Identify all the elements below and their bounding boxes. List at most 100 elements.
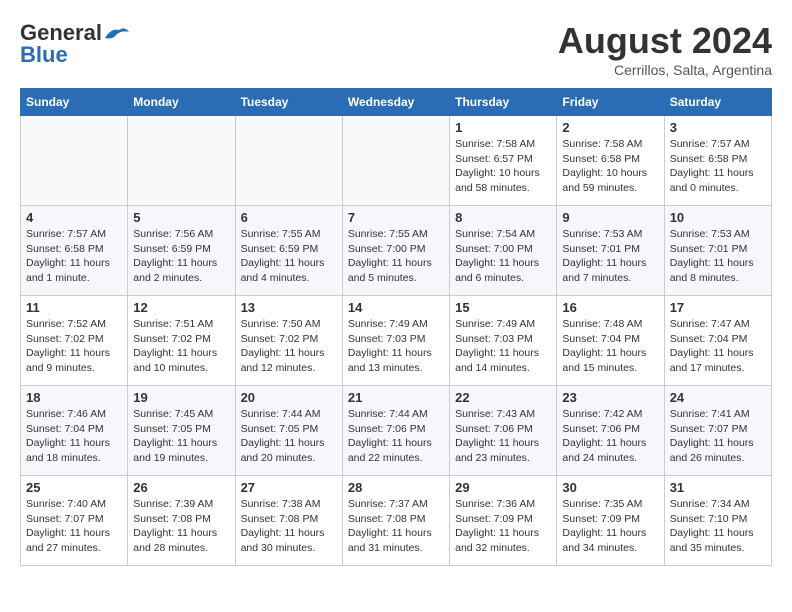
day-number: 30 [562, 480, 658, 495]
logo-blue-text: Blue [20, 42, 68, 67]
day-number: 18 [26, 390, 122, 405]
calendar-cell: 22 Sunrise: 7:43 AMSunset: 7:06 PMDayligh… [450, 386, 557, 476]
day-number: 7 [348, 210, 444, 225]
day-number: 19 [133, 390, 229, 405]
logo: General Blue [20, 20, 132, 68]
calendar-cell: 16 Sunrise: 7:48 AMSunset: 7:04 PMDayligh… [557, 296, 664, 386]
day-info: Sunrise: 7:58 AMSunset: 6:58 PMDaylight:… [562, 137, 658, 196]
day-info: Sunrise: 7:54 AMSunset: 7:00 PMDaylight:… [455, 227, 551, 286]
day-number: 13 [241, 300, 337, 315]
day-info: Sunrise: 7:56 AMSunset: 6:59 PMDaylight:… [133, 227, 229, 286]
day-info: Sunrise: 7:55 AMSunset: 6:59 PMDaylight:… [241, 227, 337, 286]
day-number: 4 [26, 210, 122, 225]
day-number: 17 [670, 300, 766, 315]
month-title: August 2024 [558, 20, 772, 62]
day-info: Sunrise: 7:49 AMSunset: 7:03 PMDaylight:… [348, 317, 444, 376]
day-number: 11 [26, 300, 122, 315]
day-of-week-header: Wednesday [342, 89, 449, 116]
day-number: 16 [562, 300, 658, 315]
day-info: Sunrise: 7:46 AMSunset: 7:04 PMDaylight:… [26, 407, 122, 466]
day-number: 15 [455, 300, 551, 315]
day-info: Sunrise: 7:39 AMSunset: 7:08 PMDaylight:… [133, 497, 229, 556]
day-number: 1 [455, 120, 551, 135]
calendar-cell: 14 Sunrise: 7:49 AMSunset: 7:03 PMDayligh… [342, 296, 449, 386]
day-number: 14 [348, 300, 444, 315]
subtitle: Cerrillos, Salta, Argentina [558, 62, 772, 78]
day-number: 8 [455, 210, 551, 225]
day-number: 27 [241, 480, 337, 495]
calendar-cell: 26 Sunrise: 7:39 AMSunset: 7:08 PMDayligh… [128, 476, 235, 566]
day-number: 5 [133, 210, 229, 225]
day-info: Sunrise: 7:36 AMSunset: 7:09 PMDaylight:… [455, 497, 551, 556]
day-number: 24 [670, 390, 766, 405]
day-info: Sunrise: 7:58 AMSunset: 6:57 PMDaylight:… [455, 137, 551, 196]
calendar-cell: 18 Sunrise: 7:46 AMSunset: 7:04 PMDayligh… [21, 386, 128, 476]
calendar-cell: 9Sunrise: 7:53 AMSunset: 7:01 PMDaylight… [557, 206, 664, 296]
day-info: Sunrise: 7:40 AMSunset: 7:07 PMDaylight:… [26, 497, 122, 556]
day-of-week-header: Monday [128, 89, 235, 116]
day-of-week-header: Thursday [450, 89, 557, 116]
calendar-cell: 2 Sunrise: 7:58 AMSunset: 6:58 PMDaylight… [557, 116, 664, 206]
day-info: Sunrise: 7:48 AMSunset: 7:04 PMDaylight:… [562, 317, 658, 376]
day-info: Sunrise: 7:41 AMSunset: 7:07 PMDaylight:… [670, 407, 766, 466]
day-of-week-header: Saturday [664, 89, 771, 116]
day-info: Sunrise: 7:57 AMSunset: 6:58 PMDaylight:… [670, 137, 766, 196]
day-info: Sunrise: 7:55 AMSunset: 7:00 PMDaylight:… [348, 227, 444, 286]
day-info: Sunrise: 7:52 AMSunset: 7:02 PMDaylight:… [26, 317, 122, 376]
calendar-cell: 29 Sunrise: 7:36 AMSunset: 7:09 PMDayligh… [450, 476, 557, 566]
day-number: 28 [348, 480, 444, 495]
calendar-cell: 13 Sunrise: 7:50 AMSunset: 7:02 PMDayligh… [235, 296, 342, 386]
day-of-week-header: Tuesday [235, 89, 342, 116]
calendar-cell: 31 Sunrise: 7:34 AMSunset: 7:10 PMDayligh… [664, 476, 771, 566]
calendar-cell [235, 116, 342, 206]
day-number: 22 [455, 390, 551, 405]
day-info: Sunrise: 7:42 AMSunset: 7:06 PMDaylight:… [562, 407, 658, 466]
calendar-cell [128, 116, 235, 206]
calendar-cell: 15 Sunrise: 7:49 AMSunset: 7:03 PMDayligh… [450, 296, 557, 386]
calendar-cell: 30 Sunrise: 7:35 AMSunset: 7:09 PMDayligh… [557, 476, 664, 566]
day-info: Sunrise: 7:49 AMSunset: 7:03 PMDaylight:… [455, 317, 551, 376]
calendar-cell: 21Sunrise: 7:44 AMSunset: 7:06 PMDayligh… [342, 386, 449, 476]
day-number: 31 [670, 480, 766, 495]
calendar-cell: 25 Sunrise: 7:40 AMSunset: 7:07 PMDayligh… [21, 476, 128, 566]
day-number: 2 [562, 120, 658, 135]
day-info: Sunrise: 7:51 AMSunset: 7:02 PMDaylight:… [133, 317, 229, 376]
calendar-cell: 27 Sunrise: 7:38 AMSunset: 7:08 PMDayligh… [235, 476, 342, 566]
calendar-cell: 28 Sunrise: 7:37 AMSunset: 7:08 PMDayligh… [342, 476, 449, 566]
calendar-cell: 1 Sunrise: 7:58 AMSunset: 6:57 PMDaylight… [450, 116, 557, 206]
day-info: Sunrise: 7:50 AMSunset: 7:02 PMDaylight:… [241, 317, 337, 376]
calendar-cell [21, 116, 128, 206]
day-info: Sunrise: 7:37 AMSunset: 7:08 PMDaylight:… [348, 497, 444, 556]
day-number: 29 [455, 480, 551, 495]
day-number: 3 [670, 120, 766, 135]
calendar-cell: 6Sunrise: 7:55 AMSunset: 6:59 PMDaylight… [235, 206, 342, 296]
calendar-cell: 11 Sunrise: 7:52 AMSunset: 7:02 PMDayligh… [21, 296, 128, 386]
day-number: 21 [348, 390, 444, 405]
calendar-cell: 24 Sunrise: 7:41 AMSunset: 7:07 PMDayligh… [664, 386, 771, 476]
day-of-week-header: Friday [557, 89, 664, 116]
calendar-cell: 7 Sunrise: 7:55 AMSunset: 7:00 PMDaylight… [342, 206, 449, 296]
calendar-cell: 12 Sunrise: 7:51 AMSunset: 7:02 PMDayligh… [128, 296, 235, 386]
day-info: Sunrise: 7:53 AMSunset: 7:01 PMDaylight:… [670, 227, 766, 286]
day-number: 20 [241, 390, 337, 405]
day-info: Sunrise: 7:43 AMSunset: 7:06 PMDaylight:… [455, 407, 551, 466]
day-number: 10 [670, 210, 766, 225]
logo-bird-icon [103, 24, 131, 44]
calendar-table: SundayMondayTuesdayWednesdayThursdayFrid… [20, 88, 772, 566]
calendar-cell: 20Sunrise: 7:44 AMSunset: 7:05 PMDayligh… [235, 386, 342, 476]
day-number: 26 [133, 480, 229, 495]
day-info: Sunrise: 7:35 AMSunset: 7:09 PMDaylight:… [562, 497, 658, 556]
day-info: Sunrise: 7:38 AMSunset: 7:08 PMDaylight:… [241, 497, 337, 556]
day-info: Sunrise: 7:34 AMSunset: 7:10 PMDaylight:… [670, 497, 766, 556]
day-number: 9 [562, 210, 658, 225]
day-number: 25 [26, 480, 122, 495]
day-number: 12 [133, 300, 229, 315]
day-info: Sunrise: 7:47 AMSunset: 7:04 PMDaylight:… [670, 317, 766, 376]
calendar-cell: 5 Sunrise: 7:56 AMSunset: 6:59 PMDaylight… [128, 206, 235, 296]
day-info: Sunrise: 7:45 AMSunset: 7:05 PMDaylight:… [133, 407, 229, 466]
calendar-cell: 23Sunrise: 7:42 AMSunset: 7:06 PMDayligh… [557, 386, 664, 476]
calendar-cell: 17 Sunrise: 7:47 AMSunset: 7:04 PMDayligh… [664, 296, 771, 386]
calendar-cell: 3 Sunrise: 7:57 AMSunset: 6:58 PMDaylight… [664, 116, 771, 206]
title-section: August 2024 Cerrillos, Salta, Argentina [558, 20, 772, 78]
day-info: Sunrise: 7:57 AMSunset: 6:58 PMDaylight:… [26, 227, 122, 286]
